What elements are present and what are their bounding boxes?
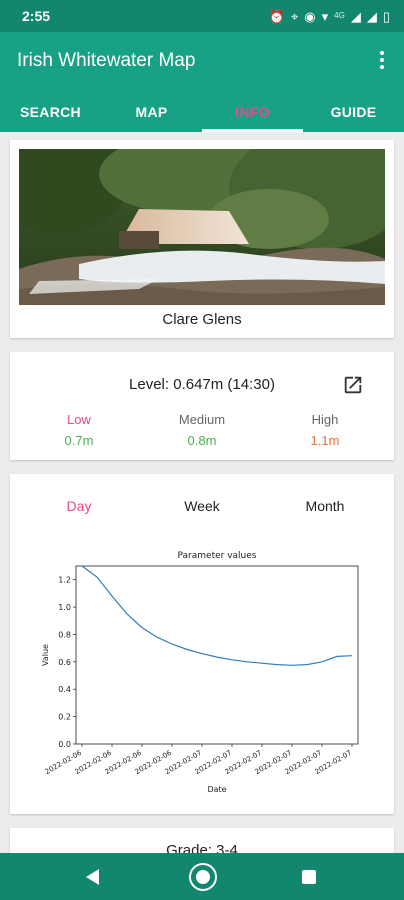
- home-icon[interactable]: [189, 863, 217, 891]
- y-tick-label: 1.0: [58, 603, 71, 612]
- current-level: Level: 0.647m (14:30): [129, 376, 275, 393]
- high-label: High: [311, 412, 339, 427]
- high-value: 1.1m: [310, 433, 340, 448]
- location-icon: ⌖: [290, 8, 299, 24]
- medium-value: 0.8m: [187, 433, 217, 448]
- app-title: Irish Whitewater Map: [17, 50, 196, 71]
- river-name: Clare Glens: [162, 311, 242, 328]
- level-high: High 1.1m: [261, 412, 389, 448]
- back-icon[interactable]: [86, 869, 99, 885]
- range-tab-month[interactable]: Month: [261, 498, 389, 514]
- level-medium: Medium 0.8m: [138, 412, 266, 448]
- x-axis-label: Date: [207, 785, 226, 794]
- tab-map[interactable]: MAP: [101, 92, 202, 132]
- alarm-icon: ⏰: [268, 8, 285, 24]
- network-type-label: 4G: [334, 11, 345, 20]
- y-tick-label: 1.2: [58, 576, 71, 585]
- overflow-menu-icon[interactable]: [372, 50, 392, 70]
- y-tick-label: 0.0: [58, 740, 71, 749]
- y-axis-label: Value: [41, 644, 50, 666]
- tab-guide[interactable]: GUIDE: [303, 92, 404, 132]
- low-value: 0.7m: [64, 433, 94, 448]
- data-saver-icon: ◉: [304, 8, 316, 24]
- recent-apps-icon[interactable]: [302, 870, 316, 884]
- tab-search[interactable]: SEARCH: [0, 92, 101, 132]
- chart-frame: [75, 565, 359, 745]
- battery-icon: ▯: [382, 8, 390, 24]
- river-photo: [19, 149, 385, 305]
- chart-title: Parameter values: [178, 551, 257, 561]
- status-icons: ⏰ ⌖ ◉ ▾ 4G ◢ ◢ ▯: [269, 10, 390, 23]
- tab-info[interactable]: INFO: [202, 92, 303, 132]
- app-bar: Irish Whitewater Map SEARCH MAP INFO GUI…: [0, 32, 404, 132]
- range-tab-week[interactable]: Week: [138, 498, 266, 514]
- series-line: [81, 565, 353, 666]
- level-card: Level: 0.647m (14:30) Low 0.7m Medium 0.…: [10, 352, 394, 460]
- wifi-icon: ▾: [321, 8, 329, 24]
- y-tick-label: 0.2: [58, 713, 71, 722]
- low-label: Low: [67, 412, 91, 427]
- system-nav-bar: [0, 853, 404, 900]
- signal-icon: ◢: [350, 8, 361, 24]
- range-tab-day[interactable]: Day: [15, 498, 143, 514]
- open-external-icon[interactable]: [342, 374, 364, 396]
- status-bar: 2:55 ⏰ ⌖ ◉ ▾ 4G ◢ ◢ ▯: [0, 0, 404, 32]
- river-photo-card: Clare Glens: [10, 140, 394, 338]
- medium-label: Medium: [178, 412, 226, 427]
- chart-card: Day Week Month Parameter values 0.0 0.2 0.4…: [10, 474, 394, 814]
- level-low: Low 0.7m: [15, 412, 143, 448]
- tab-bar: SEARCH MAP INFO GUIDE: [0, 92, 404, 132]
- signal-icon-2: ◢: [366, 8, 377, 24]
- y-tick-label: 0.4: [58, 685, 71, 694]
- y-tick-label: 0.8: [58, 630, 71, 639]
- y-tick-label: 0.6: [58, 658, 71, 667]
- level-chart: Parameter values0.00.20.40.60.81.01.2202…: [41, 551, 359, 794]
- status-time: 2:55: [22, 8, 51, 24]
